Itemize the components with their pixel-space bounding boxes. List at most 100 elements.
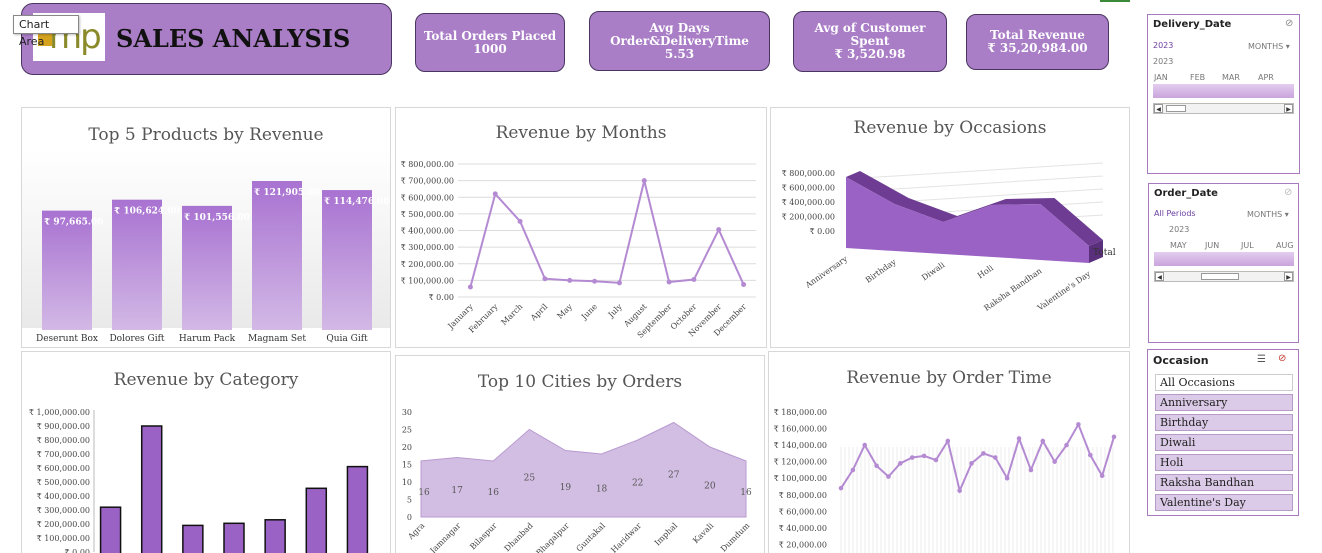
y-tick-label: 5 [407, 496, 412, 505]
x-tick-label: Quia Gift [326, 334, 368, 344]
series-line [469, 180, 745, 288]
scroll-right-icon[interactable]: ▶ [1284, 104, 1293, 113]
x-tick-label: June [579, 302, 599, 322]
timeline-bar[interactable] [1153, 84, 1294, 98]
data-point [898, 461, 903, 466]
data-label: ₹ 121,905.00 [254, 188, 320, 198]
data-label: 16 [418, 488, 430, 498]
data-label: 17 [451, 486, 463, 496]
data-point [1028, 467, 1034, 473]
data-point [1111, 434, 1117, 440]
chart-revenue-by-months[interactable]: Revenue by Months ₹ 0.00 ₹ 100,000.00 ₹ 20… [395, 107, 767, 348]
month-mar[interactable]: MAR [1222, 73, 1240, 82]
data-point [933, 457, 939, 463]
data-point [1064, 442, 1069, 448]
chart-revenue-by-order-time[interactable]: Revenue by Order Time ₹ 20,000.00 ₹ 40,00… [768, 351, 1130, 553]
slicer-delivery-date[interactable]: Delivery_Date ⊘ 2023 MONTHS ▾ 2023 JAN F… [1147, 14, 1300, 174]
time-level-dropdown[interactable]: MONTHS ▾ [1248, 42, 1290, 51]
timeline-bar[interactable] [1154, 252, 1294, 266]
month-jun[interactable]: JUN [1205, 241, 1219, 250]
x-tick-label: Dhanbad [503, 521, 535, 553]
scroll-thumb[interactable] [1166, 105, 1186, 112]
occasion-item-valentines-day[interactable]: Valentine's Day [1155, 494, 1293, 511]
y-tick-label: ₹ 200,000.00 [401, 260, 454, 269]
multi-select-icon[interactable]: ☰ [1257, 354, 1266, 365]
data-point [874, 463, 879, 469]
x-tick-label: Magnam Set [248, 334, 306, 344]
data-point [1076, 422, 1081, 427]
kpi-label: Total Orders Placed [423, 28, 557, 43]
timeline-scrollbar[interactable]: ◀ ▶ [1153, 103, 1294, 114]
year-label: 2023 [1153, 57, 1174, 66]
time-level-dropdown[interactable]: MONTHS ▾ [1247, 210, 1289, 219]
y-tick-label: ₹ 200,000.00 [37, 520, 90, 529]
data-point [909, 455, 915, 460]
occasion-item-diwali[interactable]: Diwali [1155, 434, 1293, 451]
data-label: ₹ 97,665.00 [44, 218, 104, 228]
chart-revenue-by-occasions[interactable]: Revenue by Occasions ₹ 0.00 ₹ 200,000.00 ₹… [770, 107, 1130, 348]
kpi-total-orders[interactable]: Total Orders Placed 1000 [415, 13, 565, 72]
slicer-title: Occasion [1153, 354, 1209, 367]
scroll-left-icon[interactable]: ◀ [1155, 272, 1164, 281]
data-point [691, 277, 697, 283]
y-tick-label: ₹ 40,000.00 [779, 524, 827, 533]
data-point [467, 284, 473, 290]
data-label: 25 [524, 474, 536, 484]
scroll-left-icon[interactable]: ◀ [1154, 104, 1163, 113]
data-label: 20 [704, 482, 716, 492]
chart-top10-cities[interactable]: Top 10 Cities by Orders 0 5 10 15 20 25 30 16 Ag… [395, 355, 765, 553]
kpi-total-revenue[interactable]: Total Revenue ₹ 35,20,984.00 [966, 14, 1109, 70]
occasions-plot: ₹ 0.00 ₹ 200,000.00 ₹ 400,000.00 ₹ 600,000.… [782, 162, 1116, 313]
x-tick-label: April [528, 302, 549, 323]
month-jan[interactable]: JAN [1154, 73, 1168, 82]
kpi-avg-customer-spent[interactable]: Avg of Customer Spent ₹ 3,520.98 [793, 11, 947, 72]
occasions-svg: ₹ 0.00 ₹ 200,000.00 ₹ 400,000.00 ₹ 600,000.… [782, 162, 1116, 313]
month-aug[interactable]: AUG [1276, 241, 1294, 250]
clear-filter-icon[interactable]: ⊘ [1284, 187, 1292, 198]
y-tick-label: ₹ 700,000.00 [401, 177, 454, 186]
data-point [1087, 452, 1093, 458]
slicer-order-date[interactable]: Order_Date ⊘ All Periods MONTHS ▾ 2023 M… [1148, 183, 1299, 343]
cities-plot: 0 5 10 15 20 25 30 16 Agra 17 Jamnagar 16 Bilaspur 25… [402, 408, 752, 553]
kpi-avg-delivery-days[interactable]: Avg Days Order&DeliveryTime 5.53 [589, 11, 770, 71]
data-point [716, 227, 722, 233]
month-feb[interactable]: FEB [1190, 73, 1205, 82]
category-plot: ₹ 0.00 ₹ 100,000.00 ₹ 200,000.00 ₹ 300,000.… [29, 408, 369, 553]
chart-top5-products[interactable]: Top 5 Products by Revenue ₹ 97,665.00 Des… [21, 107, 391, 348]
kpi-label: Avg of Customer Spent [814, 21, 926, 48]
clear-filter-icon[interactable]: ⊘ [1278, 353, 1286, 364]
data-point [981, 451, 986, 456]
year-label: 2023 [1169, 225, 1190, 234]
data-point [1016, 436, 1022, 441]
bar [346, 465, 369, 553]
timeline-scrollbar[interactable]: ◀ ▶ [1154, 271, 1294, 282]
clear-filter-icon[interactable]: ⊘ [1285, 18, 1293, 29]
y-tick-label: ₹ 400,000.00 [37, 492, 90, 501]
chart-revenue-by-category[interactable]: Revenue by Category ₹ 0.00 ₹ 100,000.00 ₹ … [21, 351, 391, 553]
y-tick-label: ₹ 300,000.00 [401, 243, 454, 252]
data-point [1099, 473, 1105, 479]
month-apr[interactable]: APR [1258, 73, 1274, 82]
occasion-item-raksha-bandhan[interactable]: Raksha Bandhan [1155, 474, 1293, 491]
scroll-thumb[interactable] [1201, 273, 1239, 280]
month-may[interactable]: MAY [1170, 241, 1187, 250]
occasion-item-anniversary[interactable]: Anniversary [1155, 394, 1293, 411]
data-label: 27 [668, 470, 680, 480]
slicer-occasion[interactable]: Occasion ☰ ⊘ All Occasions Anniversary B… [1147, 349, 1299, 516]
month-jul[interactable]: JUL [1241, 241, 1254, 250]
ordertime-plot: ₹ 20,000.00 ₹ 40,000.00 ₹ 60,000.00 ₹ 80,00… [774, 408, 1117, 553]
data-point [741, 282, 747, 288]
data-label: 16 [487, 488, 499, 498]
kpi-value: ₹ 35,20,984.00 [987, 41, 1088, 55]
data-point [945, 438, 951, 444]
occasion-item-all[interactable]: All Occasions [1155, 374, 1293, 391]
y-tick-label: ₹ 300,000.00 [37, 506, 90, 515]
data-point [666, 279, 672, 285]
scroll-right-icon[interactable]: ▶ [1284, 272, 1293, 281]
data-point [567, 277, 573, 283]
gridline [845, 162, 1104, 180]
data-point [850, 467, 856, 473]
occasion-item-holi[interactable]: Holi [1155, 454, 1293, 471]
y-tick-label: ₹ 800,000.00 [401, 160, 454, 169]
occasion-item-birthday[interactable]: Birthday [1155, 414, 1293, 431]
